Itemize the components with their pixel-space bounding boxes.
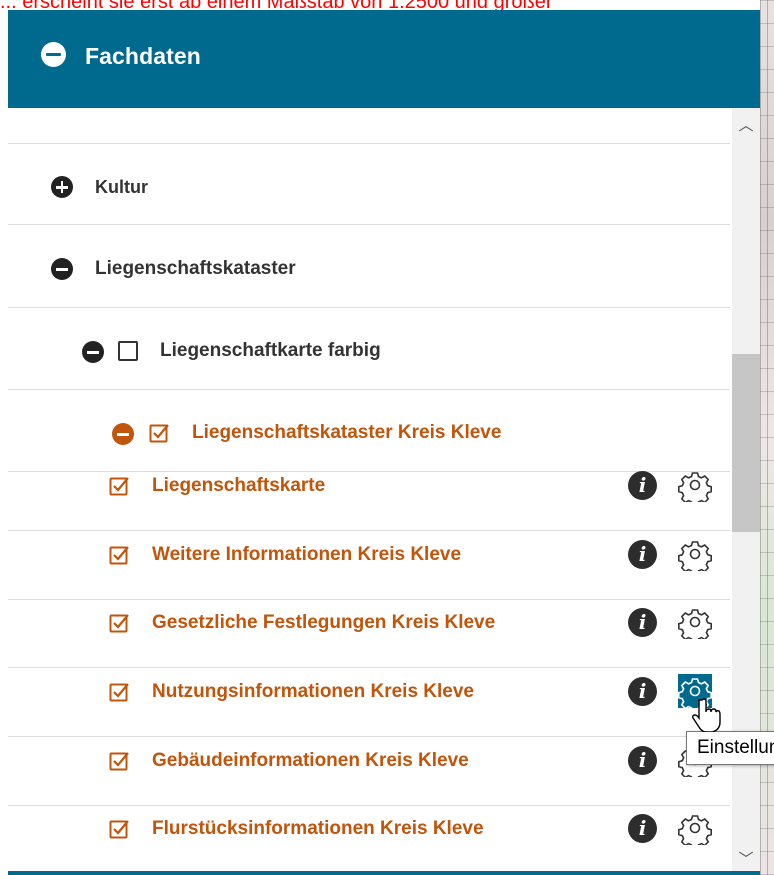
divider <box>8 667 730 668</box>
layer-row[interactable]: Flurstücksinformationen Kreis Kleve i <box>8 810 730 870</box>
checked-checkbox-icon[interactable] <box>109 681 131 703</box>
collapse-icon[interactable] <box>82 341 104 363</box>
settings-gear-icon[interactable] <box>678 605 712 639</box>
settings-gear-icon[interactable] <box>678 811 712 845</box>
checked-checkbox-icon[interactable] <box>109 612 131 634</box>
layer-row[interactable]: Gesetzliche Festlegungen Kreis Kleve i <box>8 604 730 664</box>
info-icon[interactable]: i <box>628 677 657 706</box>
hand-cursor-icon <box>692 698 721 732</box>
divider <box>8 736 730 737</box>
info-icon[interactable]: i <box>628 471 657 500</box>
checked-checkbox-icon[interactable] <box>109 818 131 840</box>
tree-item-liegenschaftskataster[interactable]: Liegenschaftskataster <box>8 225 730 303</box>
scrollbar-thumb[interactable] <box>732 354 760 532</box>
settings-gear-icon[interactable] <box>678 468 712 502</box>
expand-icon[interactable] <box>51 176 73 198</box>
settings-gear-icon[interactable] <box>678 537 712 571</box>
layer-label: Flurstücksinformationen Kreis Kleve <box>152 818 484 839</box>
layer-label: Gesetzliche Festlegungen Kreis Kleve <box>152 612 496 633</box>
info-icon[interactable]: i <box>628 608 657 637</box>
divider <box>8 530 730 531</box>
checked-checkbox-icon[interactable] <box>109 544 131 566</box>
info-icon[interactable]: i <box>628 746 657 775</box>
info-icon[interactable]: i <box>628 540 657 569</box>
scroll-up-icon[interactable]: ︿ <box>738 118 754 134</box>
layer-label: Gebäudeinformationen Kreis Kleve <box>152 750 469 771</box>
collapse-icon[interactable] <box>51 258 73 280</box>
scroll-down-icon[interactable]: ﹀ <box>738 852 754 868</box>
tree-item-label: Liegenschaftskataster Kreis Kleve <box>192 422 502 443</box>
divider <box>8 805 730 806</box>
tree-item-kultur[interactable]: Kultur <box>8 144 730 222</box>
collapse-icon[interactable] <box>112 423 134 445</box>
panel-title: Fachdaten <box>85 43 201 69</box>
tree-item-label: Kultur <box>95 177 148 197</box>
layer-label: Weitere Informationen Kreis Kleve <box>152 544 462 565</box>
tree-item-kreis-kleve[interactable]: Liegenschaftskataster Kreis Kleve <box>8 390 730 468</box>
layer-row[interactable]: Nutzungsinformationen Kreis Kleve i <box>8 673 730 733</box>
divider <box>8 599 730 600</box>
settings-tooltip: Einstellungen <box>686 731 774 765</box>
checked-checkbox-icon[interactable] <box>109 475 131 497</box>
layer-label: Nutzungsinformationen Kreis Kleve <box>152 681 474 702</box>
checked-checkbox-icon[interactable] <box>109 750 131 772</box>
panel-header[interactable]: Fachdaten <box>8 10 760 108</box>
info-icon[interactable]: i <box>628 814 657 843</box>
layer-row[interactable]: Weitere Informationen Kreis Kleve i <box>8 536 730 596</box>
tree-item-liegenschaftkarte-farbig[interactable]: Liegenschaftkarte farbig <box>8 308 730 386</box>
layer-row[interactable]: Liegenschaftskarte i <box>8 467 730 527</box>
tree-item-label: Liegenschaftkarte farbig <box>160 340 381 361</box>
tree-item-label: Liegenschaftskataster <box>95 258 296 279</box>
collapse-icon[interactable] <box>41 42 66 67</box>
checked-checkbox-icon[interactable] <box>149 422 171 444</box>
layer-checkbox[interactable] <box>118 341 138 361</box>
layer-row[interactable]: Gebäudeinformationen Kreis Kleve i <box>8 742 730 802</box>
panel-footer-bar <box>8 871 760 875</box>
layer-label: Liegenschaftskarte <box>152 475 326 496</box>
